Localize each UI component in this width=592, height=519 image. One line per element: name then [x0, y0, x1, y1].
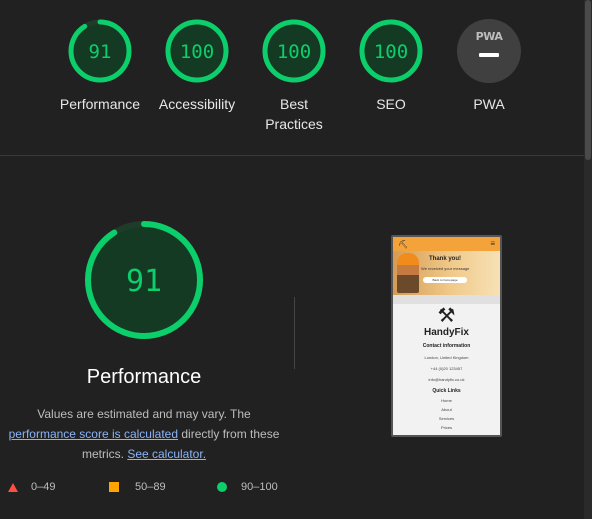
contact-line: info@handyfix.co.uk: [428, 377, 465, 382]
quick-link: About: [441, 407, 452, 412]
worker-image: [397, 253, 419, 293]
divider: [294, 297, 295, 369]
performance-gauge: 91: [85, 221, 203, 339]
gauge-score: 100: [374, 41, 408, 63]
gauge-best-practices[interactable]: 100 Best Practices: [246, 18, 342, 134]
circle-icon: [217, 482, 227, 492]
description-text: Values are estimated and may vary. The: [37, 407, 251, 421]
screenshot-band: [393, 295, 500, 304]
gauge-label: Performance: [59, 96, 141, 112]
hero-title: Thank you!: [429, 256, 462, 262]
quick-links-heading: Quick Links: [432, 388, 461, 394]
scrollbar-thumb[interactable]: [585, 0, 591, 160]
tools-icon: ⚒: [437, 305, 456, 327]
gauge-score: 100: [277, 41, 311, 63]
performance-description: Values are estimated and may vary. The p…: [0, 404, 288, 464]
gauge-score: 91: [89, 41, 112, 63]
category-gauges: 91 Performance 100 Accessibility 100 Bes…: [0, 0, 592, 156]
gauge-performance[interactable]: 91 Performance: [52, 18, 148, 114]
hero-button: Back to homepage: [423, 277, 467, 283]
brand-name: HandyFix: [423, 327, 469, 338]
gauge-label: PWA: [473, 96, 505, 112]
performance-score: 91: [126, 264, 162, 299]
gauge-score: 100: [180, 41, 214, 63]
triangle-icon: [8, 482, 18, 492]
quick-link: Services: [438, 416, 455, 421]
gauge-label: Accessibility: [158, 96, 236, 112]
menu-icon: ≡: [490, 239, 495, 248]
legend-range: 0–49: [31, 481, 56, 493]
performance-title: Performance: [86, 366, 202, 388]
gauge-pwa[interactable]: PWA PWA: [441, 18, 537, 114]
legend-pass: 90–100: [217, 481, 278, 493]
gauge-label: SEO: [376, 96, 406, 112]
score-calculated-link[interactable]: performance score is calculated: [9, 427, 178, 441]
contact-line: +44 (0)20 123457: [430, 366, 463, 371]
quick-link: Prices: [440, 425, 453, 430]
scrollbar[interactable]: [584, 0, 592, 519]
legend-range: 50–89: [135, 481, 166, 493]
quick-link: Home: [441, 398, 452, 403]
hero-subtitle: We received your message: [421, 266, 470, 271]
pwa-badge-icon: PWA: [457, 19, 521, 83]
pwa-dash-icon: [479, 53, 499, 57]
gauge-accessibility[interactable]: 100 Accessibility: [149, 18, 245, 114]
gauge-label: Best Practices: [265, 96, 323, 132]
screenshot-hero: Thank you! We received your message Back…: [393, 251, 500, 295]
gauge-ring: 100: [359, 19, 423, 83]
contact-heading: Contact information: [422, 343, 471, 349]
see-calculator-link[interactable]: See calculator.: [127, 447, 206, 461]
gauge-ring: 100: [262, 19, 326, 83]
logo-icon: ⛏: [398, 240, 409, 249]
legend-range: 90–100: [241, 481, 278, 493]
contact-line: London, United Kingdom: [424, 355, 469, 360]
final-screenshot[interactable]: ⛏ ≡ Thank you! We received your message …: [391, 235, 502, 437]
gauge-ring: 100: [165, 19, 229, 83]
legend-fail: 0–49: [8, 481, 55, 493]
pwa-badge-text: PWA: [475, 30, 503, 43]
square-icon: [109, 482, 119, 492]
gauge-seo[interactable]: 100 SEO: [343, 18, 439, 114]
screenshot-header: ⛏ ≡: [393, 237, 500, 251]
gauge-ring: 91: [68, 19, 132, 83]
legend-average: 50–89: [109, 481, 166, 493]
